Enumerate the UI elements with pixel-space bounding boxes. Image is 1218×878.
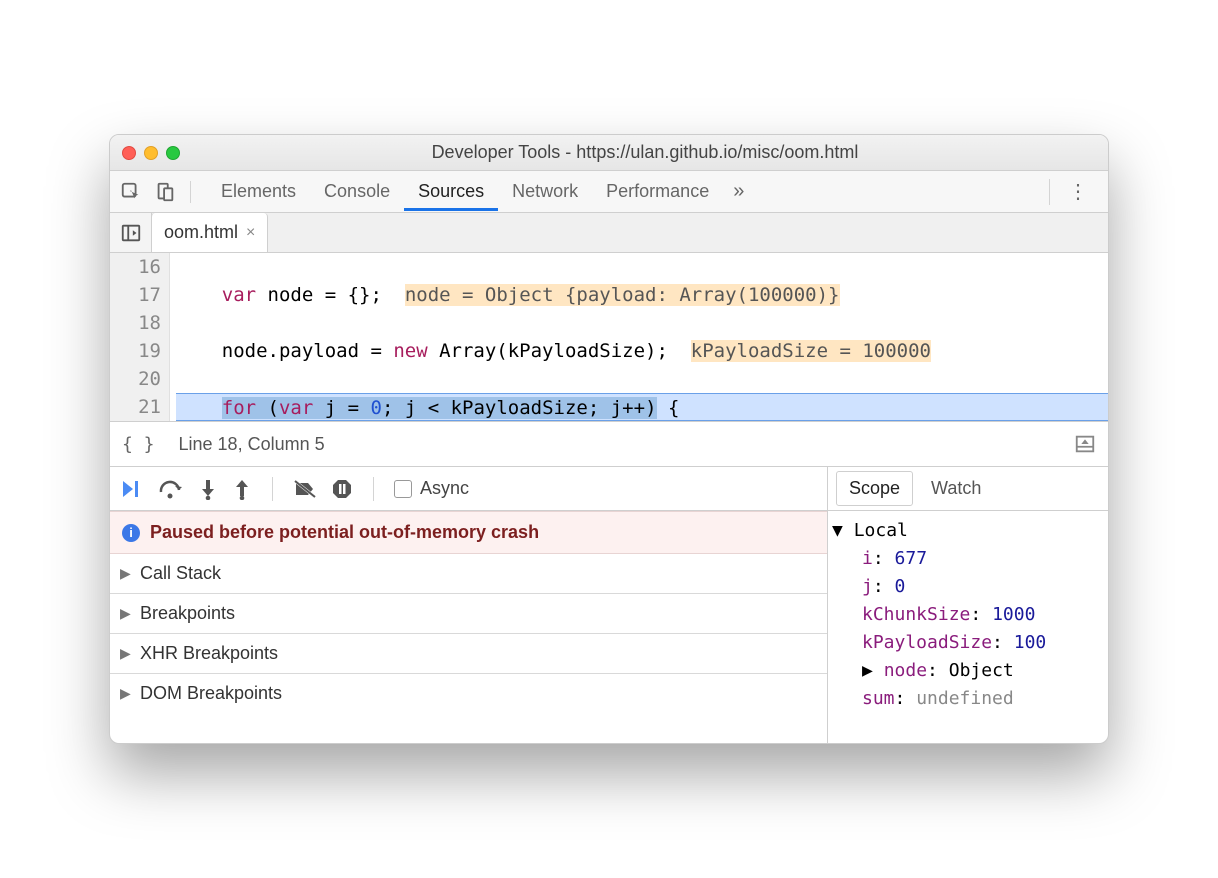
tab-scope[interactable]: Scope <box>836 471 913 506</box>
scope-var-kchunksize[interactable]: kChunkSize: 1000 <box>832 601 1100 629</box>
source-editor[interactable]: 16171819202122 var node = {}; node = Obj… <box>110 253 1108 421</box>
section-label: DOM Breakpoints <box>140 683 282 704</box>
editor-statusbar: { } Line 18, Column 5 <box>110 421 1108 467</box>
file-tab-label: oom.html <box>164 222 238 243</box>
resume-button[interactable] <box>120 478 144 500</box>
disclosure-icon: ▶ <box>120 605 134 622</box>
section-breakpoints[interactable]: ▶ Breakpoints <box>110 594 827 634</box>
debugger-toolbar: Async <box>110 467 827 511</box>
close-icon[interactable]: × <box>246 224 255 242</box>
async-label: Async <box>420 478 469 499</box>
pretty-print-button[interactable]: { } <box>122 434 155 455</box>
debugger-panel: Async i Paused before potential out-of-m… <box>110 467 1108 743</box>
minimize-window-button[interactable] <box>144 146 158 160</box>
section-call-stack[interactable]: ▶ Call Stack <box>110 554 827 594</box>
devtools-window: Developer Tools - https://ulan.github.io… <box>109 134 1109 744</box>
scope-tabs: Scope Watch <box>828 467 1108 511</box>
settings-menu-button[interactable]: ⋮ <box>1058 179 1098 204</box>
window-title: Developer Tools - https://ulan.github.io… <box>194 142 1096 163</box>
zoom-window-button[interactable] <box>166 146 180 160</box>
debugger-left: Async i Paused before potential out-of-m… <box>110 467 828 743</box>
panel-tabs: Elements Console Sources Network Perform… <box>110 171 1108 213</box>
tab-performance[interactable]: Performance <box>592 173 723 210</box>
pause-message-text: Paused before potential out-of-memory cr… <box>150 522 539 543</box>
async-toggle[interactable]: Async <box>394 478 469 499</box>
inline-hint: node = Object {payload: Array(100000)} <box>405 284 840 306</box>
navigator-toggle-button[interactable] <box>110 213 152 252</box>
scope-var-j[interactable]: j: 0 <box>832 573 1100 601</box>
step-over-button[interactable] <box>158 478 184 500</box>
section-label: XHR Breakpoints <box>140 643 278 664</box>
scope-panel: Scope Watch ▼ Local i: 677 j: 0 kChunkSi… <box>828 467 1108 743</box>
tab-console[interactable]: Console <box>310 173 404 210</box>
scope-local[interactable]: ▼ Local <box>832 517 1100 545</box>
dock-toggle-icon[interactable] <box>1074 433 1096 455</box>
section-dom-breakpoints[interactable]: ▶ DOM Breakpoints <box>110 674 827 713</box>
scope-tree[interactable]: ▼ Local i: 677 j: 0 kChunkSize: 1000 kPa… <box>828 511 1108 719</box>
tab-elements[interactable]: Elements <box>207 173 310 210</box>
line-gutter: 16171819202122 <box>110 253 170 421</box>
disclosure-icon: ▶ <box>120 685 134 702</box>
checkbox-icon[interactable] <box>394 480 412 498</box>
traffic-lights <box>122 146 180 160</box>
section-label: Breakpoints <box>140 603 235 624</box>
step-out-button[interactable] <box>232 478 252 500</box>
info-icon: i <box>122 524 140 542</box>
scope-var-kpayloadsize[interactable]: kPayloadSize: 100 <box>832 629 1100 657</box>
step-into-button[interactable] <box>198 478 218 500</box>
deactivate-breakpoints-button[interactable] <box>293 478 317 500</box>
code-body[interactable]: var node = {}; node = Object {payload: A… <box>170 253 1108 421</box>
file-tab-oom[interactable]: oom.html × <box>151 213 268 252</box>
disclosure-icon: ▶ <box>120 645 134 662</box>
file-tabstrip: oom.html × <box>110 213 1108 253</box>
pause-exceptions-button[interactable] <box>331 478 353 500</box>
scope-var-node[interactable]: ▶ node: Object <box>832 657 1100 685</box>
inline-hint: kPayloadSize = 100000 <box>691 340 931 362</box>
device-toggle-icon[interactable] <box>154 181 176 203</box>
scope-var-i[interactable]: i: 677 <box>832 545 1100 573</box>
titlebar: Developer Tools - https://ulan.github.io… <box>110 135 1108 171</box>
close-window-button[interactable] <box>122 146 136 160</box>
inspect-icon[interactable] <box>120 181 142 203</box>
tab-network[interactable]: Network <box>498 173 592 210</box>
section-xhr-breakpoints[interactable]: ▶ XHR Breakpoints <box>110 634 827 674</box>
more-tabs-button[interactable]: » <box>723 180 754 203</box>
disclosure-icon: ▶ <box>120 565 134 582</box>
section-label: Call Stack <box>140 563 221 584</box>
scope-var-sum[interactable]: sum: undefined <box>832 685 1100 713</box>
tab-sources[interactable]: Sources <box>404 173 498 211</box>
pause-message: i Paused before potential out-of-memory … <box>110 511 827 554</box>
tab-watch[interactable]: Watch <box>919 472 993 505</box>
cursor-position: Line 18, Column 5 <box>179 434 325 455</box>
